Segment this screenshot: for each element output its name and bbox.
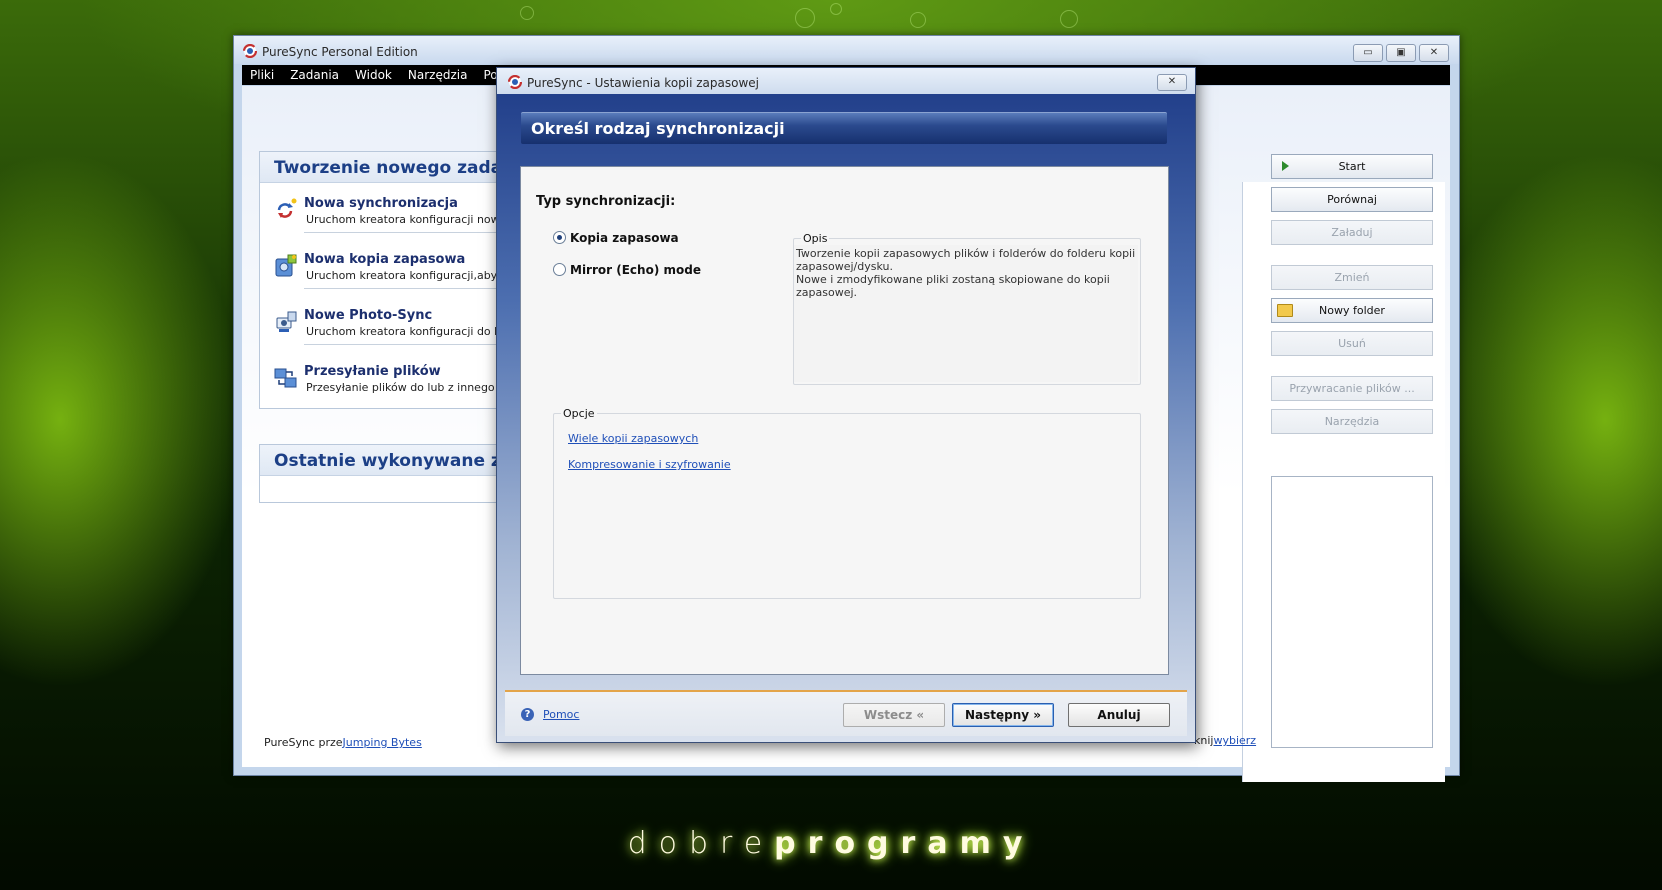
brand-bold: programy	[774, 826, 1035, 861]
options-legend: Opcje	[561, 407, 597, 420]
description-line: zapasowej/dysku.	[796, 260, 893, 273]
main-window-title: PureSync Personal Edition	[262, 45, 418, 59]
menu-widok[interactable]: Widok	[347, 65, 400, 85]
task-description: Uruchom kreatora konfiguracji nowej sy	[306, 213, 526, 226]
help-link[interactable]: Pomoc	[543, 708, 579, 721]
load-button[interactable]: Załaduj	[1271, 220, 1433, 245]
task-description: Uruchom kreatora konfiguracji do kopio	[306, 325, 524, 338]
description-legend: Opis	[801, 232, 830, 245]
jumping-bytes-link[interactable]: Jumping Bytes	[343, 736, 422, 749]
radio-backup[interactable]: Kopia zapasowa	[553, 231, 679, 245]
next-button[interactable]: Następny »	[952, 703, 1054, 727]
brand-light: dobre	[627, 826, 775, 861]
backup-icon	[275, 254, 297, 277]
help-icon[interactable]: ?	[521, 708, 534, 721]
description-group: Opis Tworzenie kopii zapasowych plików i…	[793, 232, 1141, 385]
footer-credit: PureSync przeJumping Bytes	[264, 736, 422, 749]
task-description: Uruchom kreatora konfiguracji,aby sko	[306, 269, 520, 282]
dialog-body: Typ synchronizacji: Kopia zapasowa Mirro…	[520, 166, 1169, 675]
task-title: Przesyłanie plików	[304, 364, 441, 379]
footer-prefix: PureSync prze	[264, 736, 343, 749]
close-button[interactable]: ✕	[1419, 44, 1449, 62]
wallpaper-bubble	[520, 6, 534, 20]
restore-files-button[interactable]: Przywracanie plików ...	[1271, 376, 1433, 401]
tools-button[interactable]: Narzędzia	[1271, 409, 1433, 434]
start-label: Start	[1338, 160, 1366, 173]
compression-encryption-link[interactable]: Kompresowanie i szyfrowanie	[568, 458, 731, 471]
dialog-title-bar[interactable]: PureSync - Ustawienia kopii zapasowej ✕	[497, 68, 1195, 94]
change-button[interactable]: Zmień	[1271, 265, 1433, 290]
dialog-title: PureSync - Ustawienia kopii zapasowej	[527, 76, 760, 90]
cancel-button[interactable]: Anuluj	[1068, 703, 1170, 727]
menu-narzedzia[interactable]: Narzędzia	[400, 65, 476, 85]
puresync-app-icon	[508, 75, 522, 89]
dialog-close-button[interactable]: ✕	[1157, 74, 1187, 91]
task-title: Nowe Photo-Sync	[304, 308, 433, 323]
description-line: Tworzenie kopii zapasowych plików i fold…	[796, 247, 1136, 260]
create-panel-title: Tworzenie nowego zadania	[274, 158, 532, 178]
menu-pliki[interactable]: Pliki	[242, 65, 282, 85]
dialog-header-title: Określ rodzaj synchronizacji	[531, 119, 785, 138]
radio-button[interactable]	[553, 263, 566, 276]
file-transfer-icon	[274, 368, 297, 388]
radio-label: Mirror (Echo) mode	[570, 263, 701, 277]
backup-settings-dialog: PureSync - Ustawienia kopii zapasowej ✕ …	[496, 67, 1196, 743]
new-folder-button[interactable]: Nowy folder	[1271, 298, 1433, 323]
multiple-backups-link[interactable]: Wiele kopii zapasowych	[568, 432, 698, 445]
options-group: Opcje Wiele kopii zapasowych Kompresowan…	[553, 407, 1141, 599]
details-box	[1271, 476, 1433, 748]
main-title-bar[interactable]: PureSync Personal Edition ▭ ▣ ✕	[234, 36, 1459, 64]
dialog-footer: ? Pomoc Wstecz « Następny » Anuluj	[505, 690, 1187, 736]
delete-button[interactable]: Usuń	[1271, 331, 1433, 356]
puresync-app-icon	[243, 44, 257, 58]
footer-right-text: knij	[1194, 734, 1214, 747]
sync-type-label: Typ synchronizacji:	[536, 194, 676, 209]
wallpaper-bubble	[795, 8, 815, 28]
task-description: Przesyłanie plików do lub z innego kom	[306, 381, 522, 394]
compare-button[interactable]: Porównaj	[1271, 187, 1433, 212]
wallpaper-bubble	[910, 12, 926, 28]
description-line: Nowe i zmodyfikowane pliki zostaną skopi…	[796, 273, 1110, 299]
start-button[interactable]: Start	[1271, 154, 1433, 179]
task-title: Nowa synchronizacja	[304, 196, 458, 211]
back-button[interactable]: Wstecz «	[843, 703, 945, 727]
sync-icon	[277, 198, 297, 218]
radio-button-selected[interactable]	[553, 231, 566, 244]
footer-right: knijwybierz	[1194, 734, 1256, 747]
task-title: Nowa kopia zapasowa	[304, 252, 466, 267]
wybierz-link[interactable]: wybierz	[1213, 734, 1256, 747]
restore-button[interactable]: ▣	[1386, 44, 1416, 62]
dialog-header: Określ rodzaj synchronizacji	[521, 112, 1167, 144]
wallpaper-bubble	[830, 3, 842, 15]
photo-sync-icon	[276, 311, 297, 332]
wallpaper-bubble	[1060, 10, 1078, 28]
brand-logo: dobreprogramy	[0, 826, 1662, 861]
menu-zadania[interactable]: Zadania	[282, 65, 347, 85]
radio-mirror[interactable]: Mirror (Echo) mode	[553, 263, 701, 277]
new-folder-label: Nowy folder	[1319, 304, 1385, 317]
description-text: Tworzenie kopii zapasowych plików i fold…	[794, 245, 1138, 382]
play-icon	[1282, 161, 1289, 171]
minimize-button[interactable]: ▭	[1353, 44, 1383, 62]
folder-icon	[1277, 304, 1293, 317]
radio-label: Kopia zapasowa	[570, 231, 679, 245]
